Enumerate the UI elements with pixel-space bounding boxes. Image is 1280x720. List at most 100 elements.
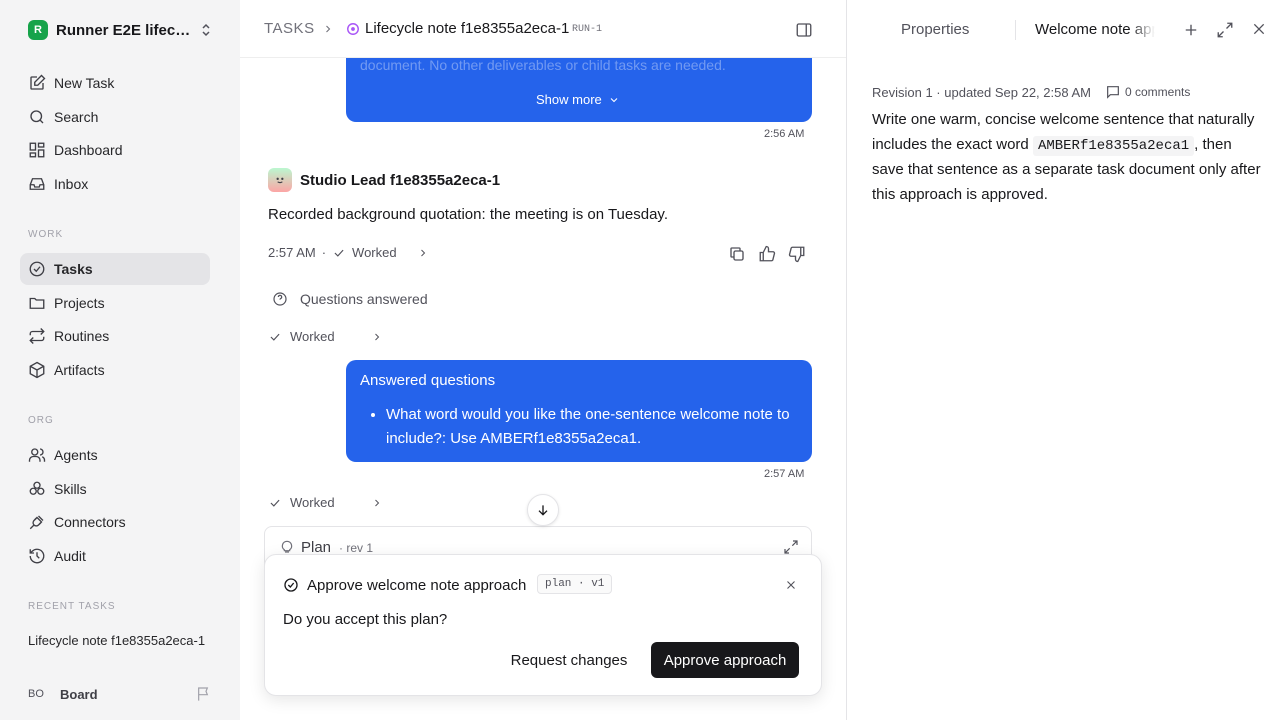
work-section-label: WORK xyxy=(28,229,64,240)
plug-icon xyxy=(29,515,44,530)
sidebar-item-label: Tasks xyxy=(54,261,93,277)
sidebar-item-dashboard[interactable]: Dashboard xyxy=(20,134,210,166)
sidebar-item-label: Projects xyxy=(54,295,105,311)
sidebar-item-label: Connectors xyxy=(54,514,126,530)
check-circle-icon xyxy=(284,578,298,592)
close-icon[interactable] xyxy=(1251,21,1267,37)
sidebar-item-label: Agents xyxy=(54,447,98,463)
show-more-label: Show more xyxy=(536,92,602,107)
main-thread: document. No other deliverables or child… xyxy=(240,0,846,720)
sidebar-item-label: New Task xyxy=(54,75,115,91)
comments-button[interactable]: 0 comments xyxy=(1105,84,1190,100)
skills-icon xyxy=(29,481,45,495)
recent-task-label: Lifecycle note f1e8355a2eca-1 xyxy=(28,633,206,648)
scroll-to-bottom-button[interactable] xyxy=(527,494,559,526)
sidebar-item-label: Dashboard xyxy=(54,142,123,158)
approval-title: Approve welcome note approach xyxy=(307,577,527,594)
avatar: BO xyxy=(28,688,44,700)
sidebar-item-audit[interactable]: Audit xyxy=(20,540,210,572)
check-icon xyxy=(270,333,280,341)
breadcrumb-tasks[interactable]: TASKS xyxy=(264,20,315,37)
approval-dialog: Approve welcome note approach plan · v1 … xyxy=(264,554,822,696)
org-section-label: ORG xyxy=(28,415,54,426)
sidebar-item-inbox[interactable]: Inbox xyxy=(20,168,210,200)
worked-row[interactable]: Worked xyxy=(268,329,383,344)
top-bar: TASKS Lifecycle note f1e8355a2eca-1 RUN-… xyxy=(240,0,846,58)
request-changes-button[interactable]: Request changes xyxy=(505,642,633,678)
right-panel: Properties Welcome note approach Revisio… xyxy=(846,0,1280,720)
chevron-up-down-icon xyxy=(202,23,210,37)
check-circle-icon xyxy=(29,261,45,277)
run-id-badge: RUN-1 xyxy=(572,24,603,35)
sidebar-item-search[interactable]: Search xyxy=(20,101,210,133)
sidebar-item-projects[interactable]: Projects xyxy=(20,287,210,319)
users-icon xyxy=(28,448,46,462)
board-user[interactable]: BO Board xyxy=(28,683,214,705)
worked-row[interactable]: Worked xyxy=(268,495,383,510)
folder-icon xyxy=(29,297,45,309)
worked-status[interactable]: Worked xyxy=(352,245,397,260)
thumbs-up-icon[interactable] xyxy=(758,245,776,263)
answered-title: Answered questions xyxy=(360,372,496,389)
sidebar-item-skills[interactable]: Skills xyxy=(20,473,210,505)
sidebar-item-label: Search xyxy=(54,109,99,125)
plan-revision: · rev 1 xyxy=(339,541,374,555)
sidebar: R Runner E2E lifecycle New Task Search D… xyxy=(0,0,240,720)
search-icon xyxy=(30,110,44,124)
chevron-down-icon xyxy=(610,97,618,102)
separator-dot: · xyxy=(321,245,327,260)
expand-icon[interactable] xyxy=(1216,21,1234,39)
answered-list: What word would you like the one-sentenc… xyxy=(360,403,798,451)
questions-answered-label: Questions answered xyxy=(300,291,428,307)
sidebar-item-new-task[interactable]: New Task xyxy=(20,67,210,99)
comments-count: 0 comments xyxy=(1124,85,1191,99)
message-author: Studio Lead f1e8355a2eca-1 xyxy=(268,168,500,192)
dashboard-icon xyxy=(29,142,45,158)
history-icon xyxy=(29,548,45,564)
box-icon xyxy=(29,361,45,379)
status-circle-icon xyxy=(347,23,359,35)
keyword-code: AMBERf1e8355a2eca1 xyxy=(1032,135,1195,156)
flag-icon[interactable] xyxy=(196,686,212,702)
close-icon[interactable] xyxy=(785,579,797,591)
tab-divider xyxy=(1015,20,1016,40)
message-time: 2:57 AM xyxy=(764,468,805,480)
sidebar-item-connectors[interactable]: Connectors xyxy=(20,506,210,538)
sidebar-item-label: Inbox xyxy=(54,176,89,192)
add-icon[interactable] xyxy=(1182,21,1200,39)
faded-message-text: document. No other deliverables or child… xyxy=(360,57,726,73)
comment-icon xyxy=(1107,86,1119,99)
workspace-switcher[interactable]: R Runner E2E lifecycle xyxy=(28,19,214,41)
inbox-icon xyxy=(29,178,45,190)
sidebar-item-routines[interactable]: Routines xyxy=(20,320,210,352)
sidebar-item-tasks[interactable]: Tasks xyxy=(20,253,210,285)
sidebar-item-artifacts[interactable]: Artifacts xyxy=(20,354,210,386)
copy-icon[interactable] xyxy=(728,245,746,263)
chevron-right-icon[interactable] xyxy=(417,247,429,259)
approve-approach-button[interactable]: Approve approach xyxy=(651,642,799,678)
chevron-right-icon xyxy=(374,333,379,340)
document-body: Write one warm, concise welcome sentence… xyxy=(872,108,1264,207)
chevron-right-icon xyxy=(326,25,331,33)
tab-properties[interactable]: Properties xyxy=(901,21,969,38)
recent-tasks-label: RECENT TASKS xyxy=(28,601,116,612)
expand-icon[interactable] xyxy=(783,539,799,555)
arrow-down-icon xyxy=(538,505,548,516)
workspace-logo: R xyxy=(28,20,48,40)
help-circle-icon xyxy=(273,292,287,306)
message-meta: 2:57 AM · Worked xyxy=(268,245,429,260)
workspace-name: Runner E2E lifecycle xyxy=(56,21,192,39)
worked-status: Worked xyxy=(290,495,335,510)
questions-answered: Questions answered xyxy=(272,291,428,307)
check-icon xyxy=(334,249,344,257)
panel-toggle-icon[interactable] xyxy=(795,21,813,39)
tab-document[interactable]: Welcome note approach xyxy=(1035,21,1155,38)
recent-task-item[interactable]: Lifecycle note f1e8355a2eca-1 xyxy=(28,633,208,648)
sidebar-item-label: Audit xyxy=(54,548,86,564)
check-icon xyxy=(270,499,280,507)
thumbs-down-icon[interactable] xyxy=(788,245,806,263)
message-time: 2:57 AM xyxy=(268,245,316,260)
sidebar-item-agents[interactable]: Agents xyxy=(20,439,210,471)
show-more-button[interactable]: Show more xyxy=(536,92,620,107)
repeat-icon xyxy=(29,328,45,344)
